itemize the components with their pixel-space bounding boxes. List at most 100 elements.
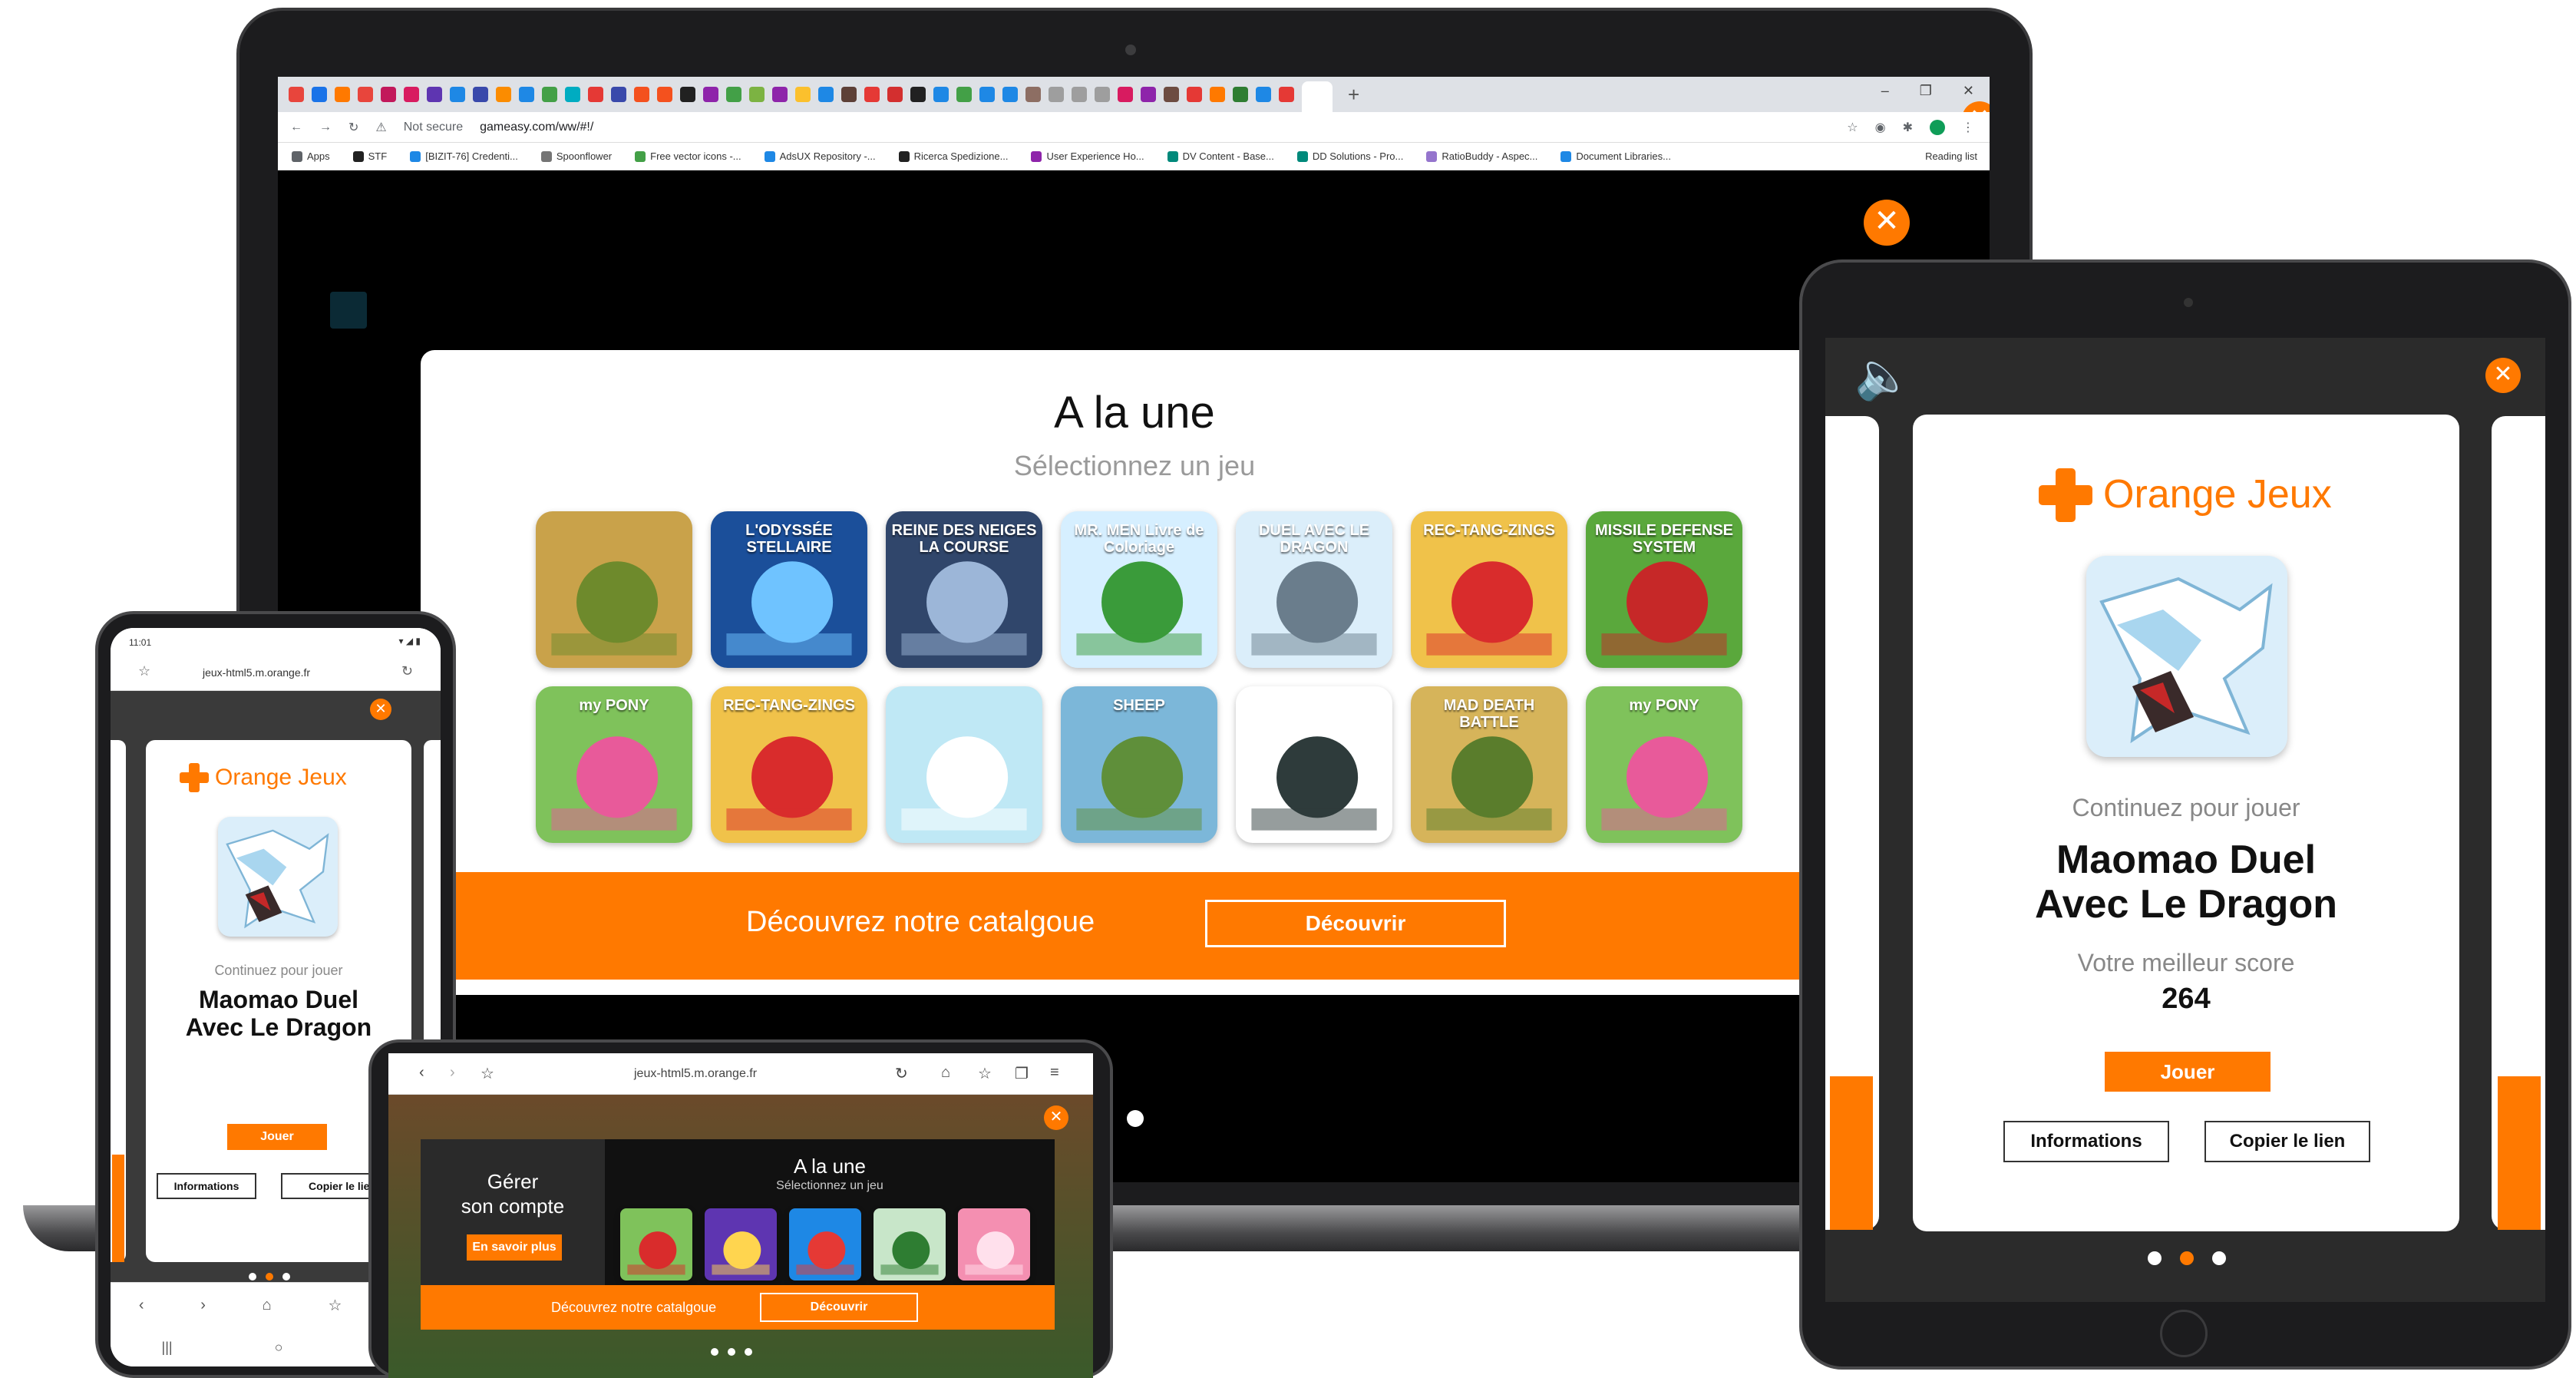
discover-button[interactable]: Découvrir (1205, 900, 1506, 947)
browser-tab-favicon[interactable] (887, 87, 903, 102)
browser-tab-favicon[interactable] (450, 87, 465, 102)
info-button[interactable]: Informations (157, 1173, 256, 1199)
game-thumbnail[interactable] (620, 1208, 692, 1281)
bookmark-item[interactable]: RatioBuddy - Aspec... (1426, 150, 1537, 162)
tablet-home-button[interactable] (2160, 1310, 2208, 1357)
page-dot-active[interactable] (266, 1273, 273, 1281)
browser-tab-favicon[interactable] (1118, 87, 1133, 102)
browser-tab-favicon[interactable] (657, 87, 672, 102)
game-thumbnail[interactable]: REC-TANG-ZINGS (1411, 511, 1567, 668)
game-thumbnail[interactable]: MAD DEATH BATTLE (1411, 686, 1567, 843)
game-thumbnail[interactable]: SHEEP (1061, 686, 1217, 843)
bookmark-item[interactable]: Document Libraries... (1560, 150, 1671, 162)
game-thumbnail[interactable] (1236, 686, 1392, 843)
browser-tab-favicon[interactable] (818, 87, 834, 102)
security-label[interactable]: Not secure (404, 121, 463, 134)
browser-tab-favicon[interactable] (312, 87, 327, 102)
bookmark-star-icon[interactable]: ☆ (329, 1296, 342, 1315)
previous-card[interactable] (111, 740, 126, 1262)
browser-tab-favicon[interactable] (795, 87, 811, 102)
menu-icon[interactable]: ≡ (1050, 1064, 1059, 1082)
reload-icon[interactable]: ↻ (895, 1064, 908, 1083)
game-thumbnail[interactable]: DUEL AVEC LE DRAGON (1236, 511, 1392, 668)
browser-tab-favicon[interactable] (1187, 87, 1202, 102)
bookmark-star-icon[interactable]: ☆ (978, 1064, 992, 1083)
profile-icon[interactable] (1930, 120, 1945, 135)
close-icon[interactable]: ✕ (2485, 358, 2521, 393)
game-thumbnail[interactable] (218, 817, 338, 937)
bookmark-item[interactable]: DD Solutions - Pro... (1296, 150, 1403, 162)
browser-tab-favicon[interactable] (864, 87, 880, 102)
browser-tab-favicon[interactable] (841, 87, 857, 102)
copy-link-button[interactable]: Copier le lien (2204, 1121, 2370, 1162)
close-window-icon[interactable]: ✕ (1963, 83, 1974, 99)
browser-tab-favicon[interactable] (1141, 87, 1156, 102)
page-dot[interactable] (2212, 1251, 2226, 1265)
bookmark-item[interactable]: Spoonflower (540, 150, 612, 162)
browser-tab-favicon[interactable] (335, 87, 350, 102)
game-thumbnail[interactable]: MR. MEN Livre de Coloriage (1061, 511, 1217, 668)
browser-tab-favicon[interactable] (381, 87, 396, 102)
minimize-icon[interactable]: – (1881, 83, 1889, 99)
warning-icon[interactable]: ⚠ (375, 120, 386, 135)
browser-tab-favicon[interactable] (910, 87, 926, 102)
back-icon[interactable]: ‹ (139, 1297, 144, 1314)
browser-tab-favicon[interactable] (979, 87, 995, 102)
bookmark-item[interactable]: DV Content - Base... (1167, 150, 1274, 162)
game-thumbnail[interactable] (958, 1208, 1030, 1281)
browser-tab-favicon[interactable] (473, 87, 488, 102)
back-icon[interactable]: ‹ (419, 1064, 424, 1082)
learn-more-button[interactable]: En savoir plus (467, 1234, 562, 1261)
url-text[interactable]: jeux-html5.m.orange.fr (203, 666, 310, 679)
camera-icon[interactable]: ◉ (1875, 120, 1886, 135)
bookmark-item[interactable]: AdsUX Repository -... (764, 150, 876, 162)
info-button[interactable]: Informations (2003, 1121, 2169, 1162)
game-thumbnail[interactable]: my PONY (536, 686, 692, 843)
browser-tab-favicon[interactable] (496, 87, 511, 102)
page-dot[interactable] (728, 1348, 735, 1356)
browser-tab-favicon[interactable] (680, 87, 695, 102)
browser-tab-favicon[interactable] (289, 87, 304, 102)
bookmark-star-icon[interactable]: ☆ (1847, 120, 1858, 135)
bookmark-item[interactable]: User Experience Ho... (1031, 150, 1144, 162)
url-text[interactable]: gameasy.com/ww/#!/ (480, 121, 593, 134)
close-icon[interactable]: ✕ (1864, 200, 1910, 246)
close-icon[interactable]: ✕ (1044, 1105, 1068, 1130)
browser-tab-favicon[interactable] (1279, 87, 1294, 102)
game-thumbnail[interactable] (886, 686, 1042, 843)
game-thumbnail[interactable]: my PONY (1586, 686, 1742, 843)
browser-tab-favicon[interactable] (1233, 87, 1248, 102)
active-browser-tab[interactable]: ✕ (1302, 81, 1990, 137)
browser-tab-favicon[interactable] (1164, 87, 1179, 102)
browser-tab-favicon[interactable] (956, 87, 972, 102)
forward-icon[interactable]: → (319, 121, 332, 134)
tabs-icon[interactable]: ❐ (1015, 1064, 1029, 1083)
game-thumbnail[interactable] (705, 1208, 777, 1281)
reload-icon[interactable]: ↻ (348, 120, 358, 135)
browser-tab-favicon[interactable] (933, 87, 949, 102)
game-thumbnail[interactable] (536, 511, 692, 668)
browser-tab-favicon[interactable] (634, 87, 649, 102)
next-card[interactable] (2492, 416, 2545, 1230)
browser-tab-favicon[interactable] (611, 87, 626, 102)
back-icon[interactable]: ← (290, 121, 302, 134)
game-thumbnail[interactable]: L'ODYSSÉE STELLAIRE (711, 511, 867, 668)
page-dot-active[interactable] (2180, 1251, 2194, 1265)
browser-tab-favicon[interactable] (749, 87, 765, 102)
reading-list[interactable]: Reading list (1925, 150, 1977, 162)
bookmark-item[interactable]: Ricerca Spedizione... (898, 150, 1008, 162)
recent-apps-icon[interactable]: ||| (162, 1340, 173, 1356)
bookmark-star-icon[interactable]: ☆ (138, 663, 150, 679)
browser-tab-favicon[interactable] (1002, 87, 1018, 102)
page-dot[interactable] (1127, 1110, 1144, 1127)
home-icon[interactable]: ⌂ (263, 1297, 272, 1314)
game-thumbnail[interactable]: REINE DES NEIGES LA COURSE (886, 511, 1042, 668)
browser-tab-favicon[interactable] (519, 87, 534, 102)
game-thumbnail[interactable] (874, 1208, 946, 1281)
bookmark-item[interactable]: [BIZIT-76] Credenti... (410, 150, 518, 162)
extension-icon[interactable]: ✱ (1903, 120, 1913, 135)
forward-icon[interactable]: › (450, 1064, 455, 1082)
browser-tab-favicon[interactable] (1025, 87, 1041, 102)
new-tab-icon[interactable]: + (1348, 83, 1359, 107)
page-dot[interactable] (711, 1348, 718, 1356)
